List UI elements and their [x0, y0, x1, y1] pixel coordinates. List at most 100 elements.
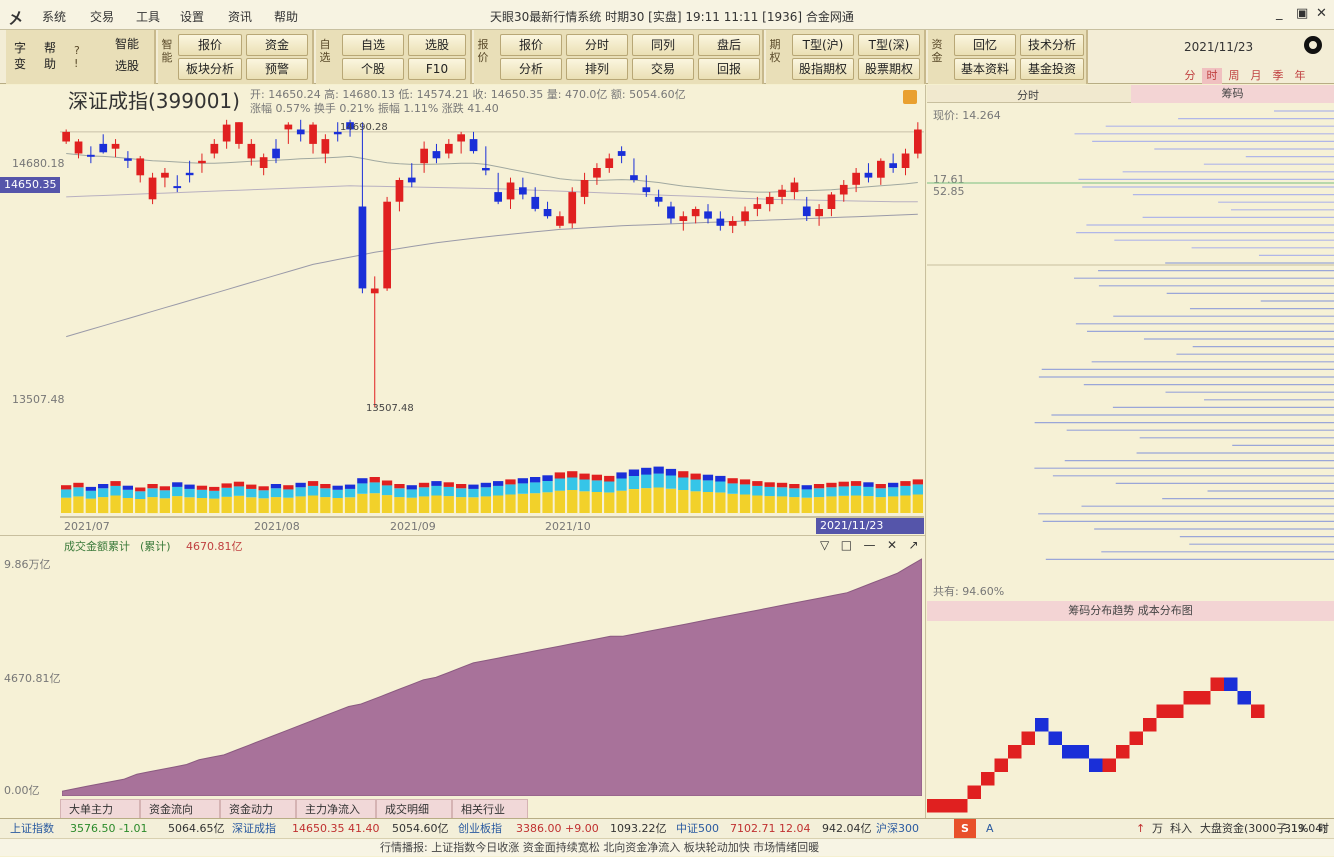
ticker-text: 行情播报: 上证指数今日收涨 资金面持续宽松 北向资金净流入 板块轮动加快 市场… — [380, 841, 820, 854]
volume-bar-top — [604, 475, 615, 482]
news-ticker[interactable]: 行情播报: 上证指数今日收涨 资金面持续宽松 北向资金净流入 板块轮动加快 市场… — [0, 838, 1334, 856]
menu-tools[interactable]: 工具 — [136, 8, 160, 25]
sum-tool-expand-icon[interactable]: ↗ — [908, 538, 918, 552]
volume-bar-cyan — [270, 488, 282, 498]
pick-stock-button[interactable]: 选股 — [104, 56, 150, 78]
chip-distribution-chart[interactable] — [927, 105, 1334, 580]
range-month[interactable]: 月 — [1246, 68, 1266, 84]
range-quarter[interactable]: 季 — [1268, 68, 1288, 84]
basic-info-button[interactable]: 基本资料 — [954, 58, 1016, 80]
cumulative-panel[interactable]: 成交金额累计 (累计) 4670.81亿 ▽ □ — ✕ ↗ 9.86万亿 46… — [0, 535, 926, 820]
candle-body — [358, 206, 367, 289]
menu-news[interactable]: 资讯 — [228, 8, 252, 25]
same-list-button[interactable]: 同列 — [632, 34, 694, 56]
analysis-button[interactable]: 分析 — [500, 58, 562, 80]
menu-system[interactable]: 系统 — [42, 8, 66, 25]
tab-fund-power[interactable]: 资金动力 — [220, 799, 296, 819]
kline-chart[interactable]: 14690.28 13507.48 — [60, 113, 924, 515]
menu-trade[interactable]: 交易 — [90, 8, 114, 25]
f10-button[interactable]: F10 — [408, 58, 466, 80]
label-zi: 字 — [14, 41, 27, 55]
range-year[interactable]: 年 — [1290, 68, 1310, 84]
volume-bar-yellow — [715, 492, 726, 513]
tech-analysis-button[interactable]: 技术分析 — [1020, 34, 1084, 56]
sum-tool-close-icon[interactable]: ✕ — [887, 538, 897, 552]
tab-chip[interactable]: 筹码 — [1131, 85, 1334, 103]
status-hs300-index[interactable]: 沪深300 — [876, 819, 919, 838]
chip-bottom-label: 共有: 94.60% — [933, 585, 1005, 598]
tab-timeshare[interactable]: 分时 — [1017, 87, 1039, 103]
volume-bar-yellow — [258, 498, 269, 513]
screener-button[interactable]: 选股 — [408, 34, 466, 56]
volume-bar-cyan — [875, 488, 886, 498]
after-hours-button[interactable]: 盘后 — [698, 34, 760, 56]
tab-big-orders[interactable]: 大单主力 — [60, 799, 140, 819]
sum-tool-minimize-icon[interactable]: — — [863, 538, 875, 552]
settings-gear-icon[interactable] — [1304, 36, 1322, 54]
candle-body — [753, 204, 762, 209]
fund-invest-button[interactable]: 基金投资 — [1020, 58, 1084, 80]
status-bar: 上证指数 3576.50 -1.01 5064.65亿 深证成指 14650.3… — [0, 818, 1334, 839]
watchlist-button[interactable]: 自选 — [342, 34, 404, 56]
volume-bar-top — [801, 485, 812, 490]
pf-box — [1008, 745, 1022, 759]
t-shanghai-button[interactable]: T型(沪) — [792, 34, 854, 56]
pf-box — [1156, 704, 1170, 718]
sum-tool-window-icon[interactable]: □ — [841, 538, 852, 552]
fund-button[interactable]: 资金 — [246, 34, 308, 56]
stock-button[interactable]: 个股 — [342, 58, 404, 80]
lock-icon[interactable] — [903, 90, 917, 104]
minimize-icon[interactable]: _ — [1276, 6, 1283, 21]
menu-settings[interactable]: 设置 — [180, 8, 204, 25]
sum-tool-filter-icon[interactable]: ▽ — [820, 538, 829, 552]
stock-options-button[interactable]: 股票期权 — [858, 58, 920, 80]
input-method-icon[interactable]: S — [954, 819, 976, 839]
smart-button[interactable]: 智能 — [104, 34, 150, 56]
ranking-button[interactable]: 排列 — [566, 58, 628, 80]
quote-button[interactable]: 报价 — [178, 34, 242, 56]
tab-trade-detail[interactable]: 成交明细 — [376, 799, 452, 819]
timeshare-button[interactable]: 分时 — [566, 34, 628, 56]
tab-fund-flow[interactable]: 资金流向 — [140, 799, 220, 819]
range-week[interactable]: 周 — [1224, 68, 1244, 84]
kline-panel[interactable]: 深证成指(399001) 开: 14650.24 高: 14680.13 低: … — [0, 85, 926, 535]
volume-bar-yellow — [61, 497, 72, 513]
range-time[interactable]: 时 — [1202, 68, 1222, 84]
volume-bar-cyan — [295, 487, 306, 497]
index-options-button[interactable]: 股指期权 — [792, 58, 854, 80]
volume-bar-cyan — [344, 488, 356, 498]
point-figure-chart[interactable] — [927, 623, 1334, 819]
tab-related-industry[interactable]: 相关行业 — [452, 799, 528, 819]
volume-bar-cyan — [616, 478, 627, 491]
volume-bar-cyan — [628, 476, 640, 489]
cumulative-area-chart[interactable] — [62, 554, 922, 796]
status-cyb-value: 3386.00 +9.00 — [516, 822, 599, 835]
maximize-icon[interactable]: ▣ — [1296, 6, 1308, 21]
x-label-2: 2021/08 — [254, 520, 300, 533]
report-button[interactable]: 回报 — [698, 58, 760, 80]
status-zz500-index[interactable]: 中证500 — [676, 819, 719, 838]
recall-button[interactable]: 回忆 — [954, 34, 1016, 56]
market-quote-button[interactable]: 报价 — [500, 34, 562, 56]
ime-a-icon[interactable]: A — [986, 819, 994, 838]
tab-main-inflow[interactable]: 主力净流入 — [296, 799, 376, 819]
status-sz-index[interactable]: 深证成指 — [232, 819, 276, 838]
help-icon[interactable]: ?! — [74, 44, 88, 70]
app-logo: 㐅 — [8, 9, 25, 28]
candle-body — [494, 192, 502, 202]
range-minute[interactable]: 分 — [1180, 68, 1200, 84]
status-sh-index[interactable]: 上证指数 — [10, 819, 54, 838]
volume-bar-yellow — [357, 493, 368, 513]
volume-bar-yellow — [850, 495, 862, 513]
t-shenzhen-button[interactable]: T型(深) — [858, 34, 920, 56]
candle-body — [839, 184, 848, 195]
menu-help[interactable]: 帮助 — [274, 8, 298, 25]
candle-body — [704, 211, 712, 219]
close-icon[interactable]: ✕ — [1316, 6, 1327, 21]
status-cyb-index[interactable]: 创业板指 — [458, 819, 502, 838]
alert-button[interactable]: 预警 — [246, 58, 308, 80]
sector-analysis-button[interactable]: 板块分析 — [178, 58, 242, 80]
volume-bar-yellow — [332, 498, 343, 513]
trade-button[interactable]: 交易 — [632, 58, 694, 80]
candle-body — [827, 194, 836, 209]
